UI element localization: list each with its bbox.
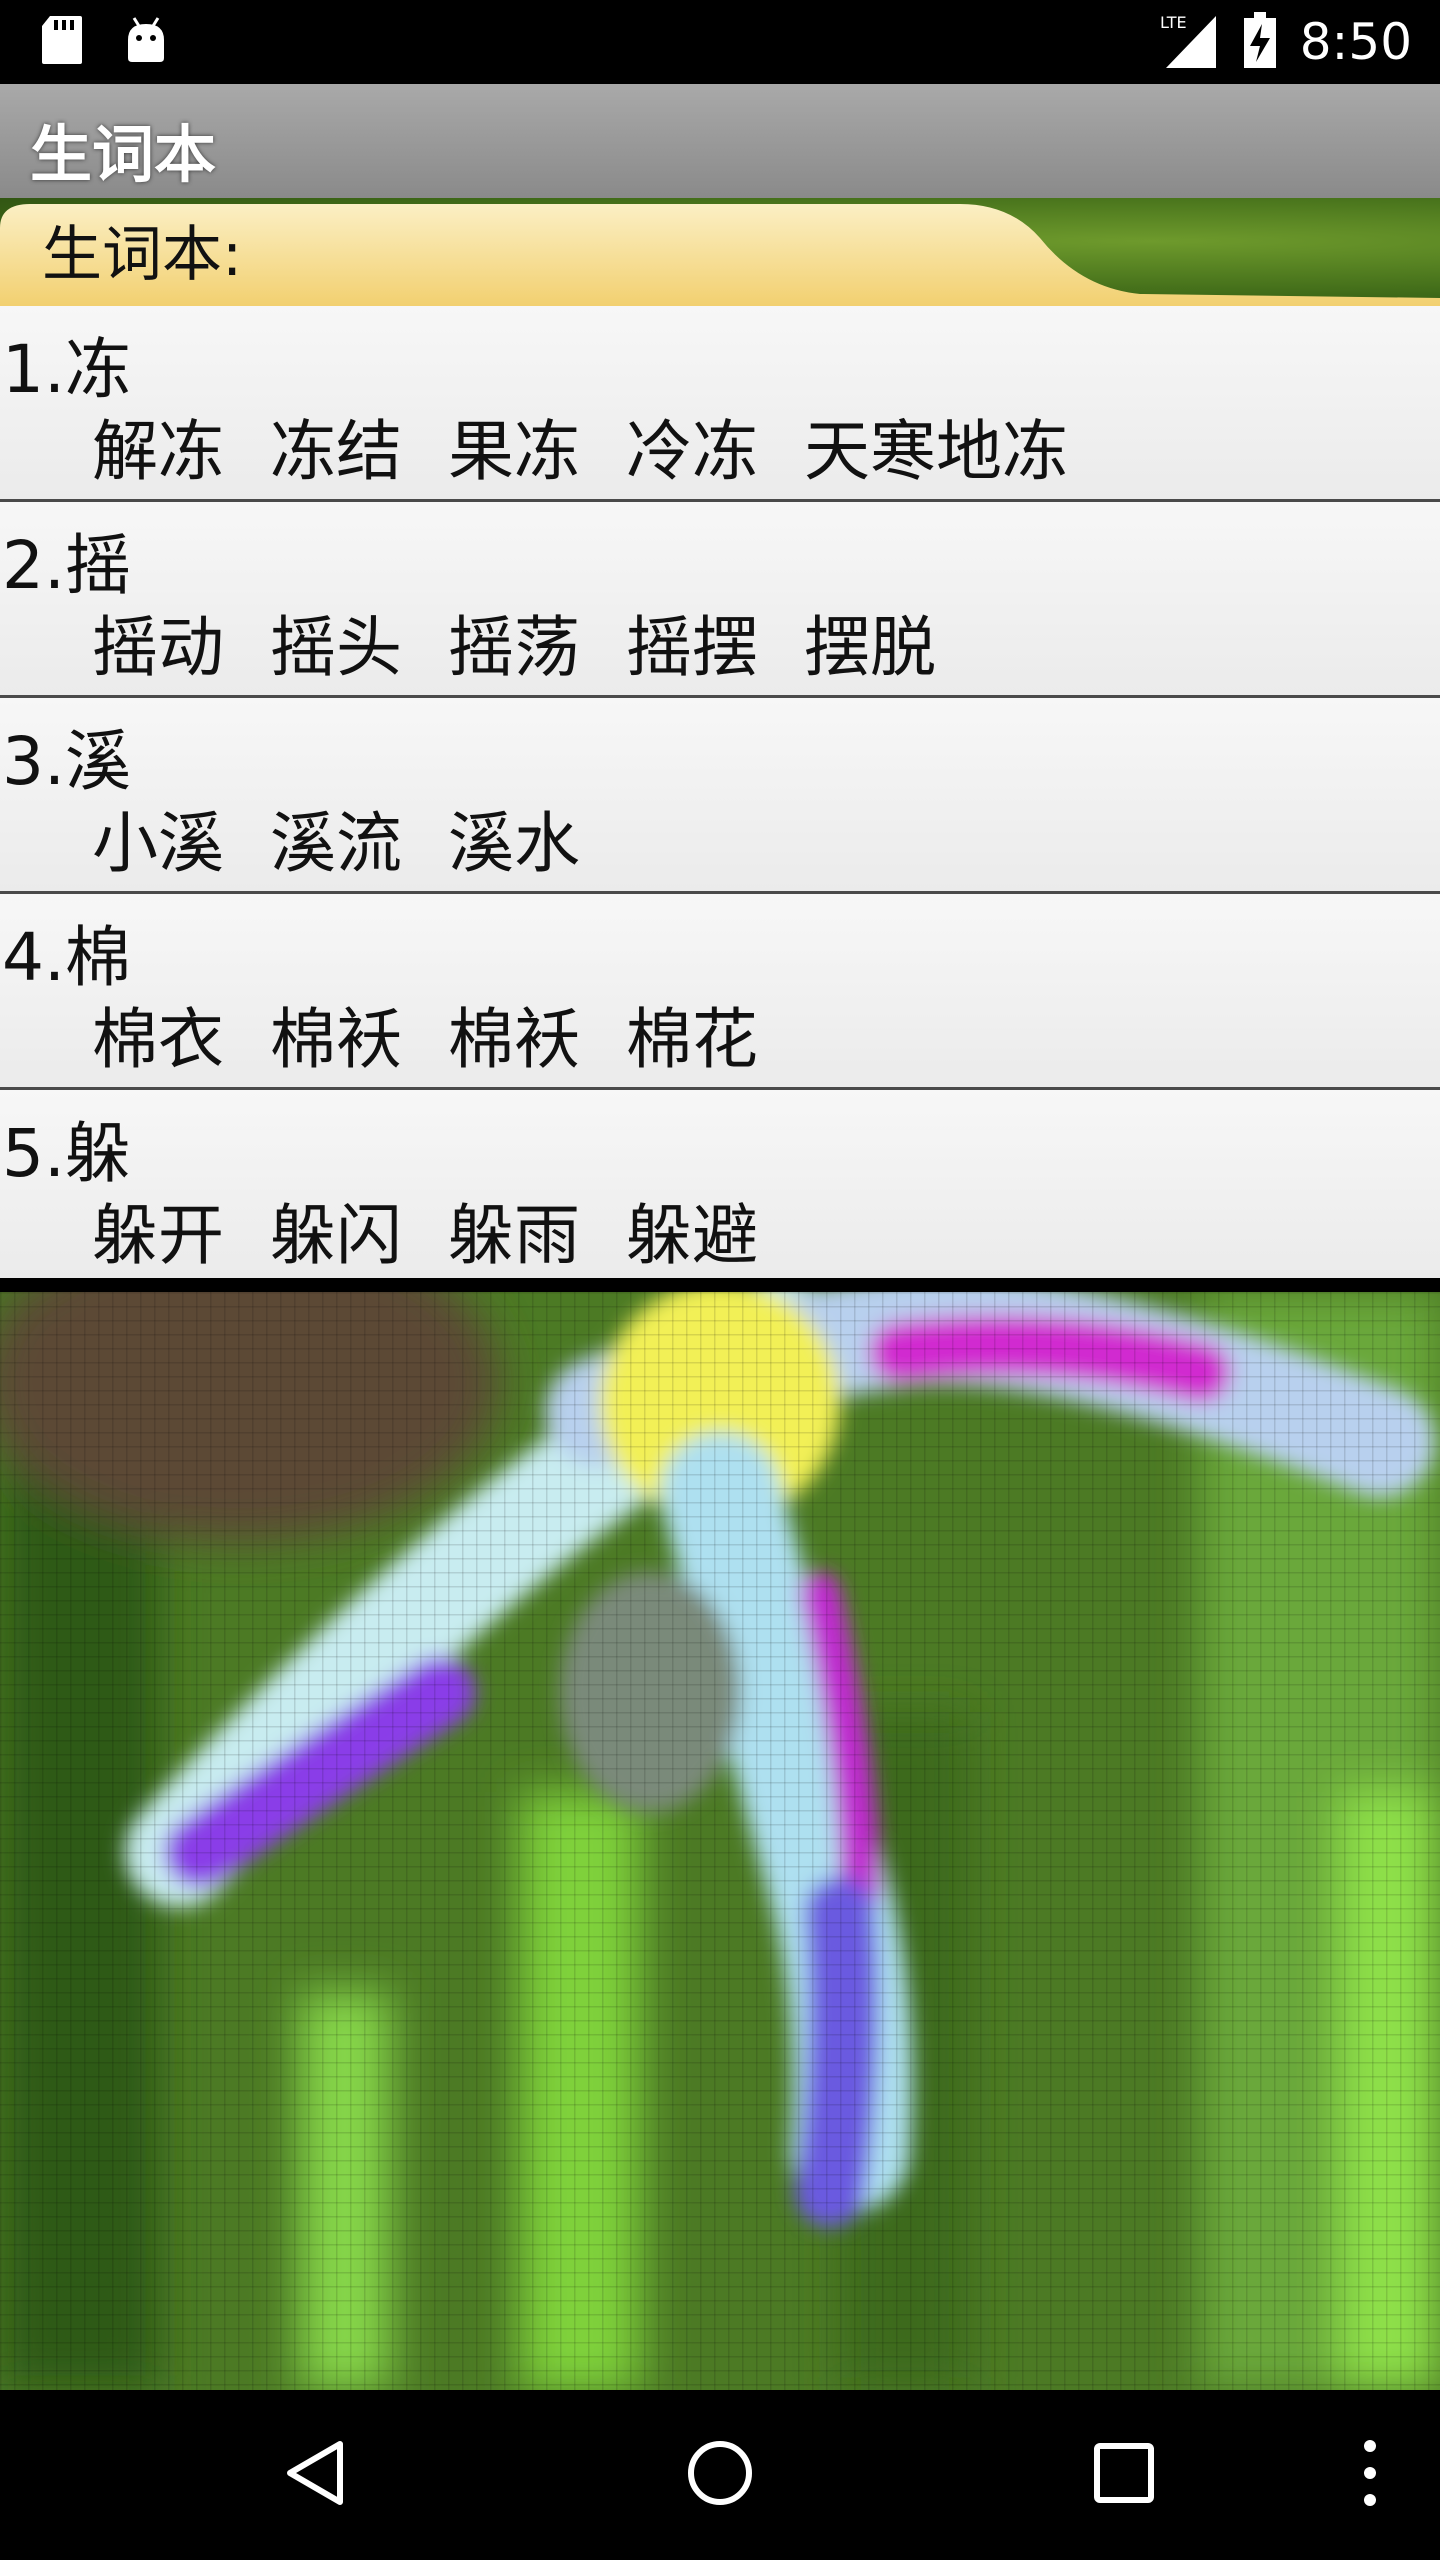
home-button[interactable]: [640, 2390, 800, 2560]
example-word: 棉袄: [448, 1001, 580, 1078]
example-word: 摇头: [270, 609, 402, 686]
example-word: 躲开: [92, 1197, 224, 1274]
list-item[interactable]: 2.摇 摇动 摇头 摇荡 摇摆 摆脱: [0, 502, 1440, 698]
status-time: 8:50: [1299, 13, 1412, 71]
word-examples: 小溪 溪流 溪水: [92, 790, 580, 886]
header-strip: 生词本:: [0, 198, 1440, 306]
example-word: 溪水: [448, 805, 580, 882]
list-item[interactable]: 4.棉 棉衣 棉袄 棉袄 棉花: [0, 894, 1440, 1090]
recents-icon: [1093, 2442, 1155, 2508]
example-word: 棉袄: [270, 1001, 402, 1078]
example-word: 溪流: [270, 805, 402, 882]
word-list: 1.冻 解冻 冻结 果冻 冷冻 天寒地冻 2.摇 摇动 摇头 摇荡 摇摆 摆脱 …: [0, 306, 1440, 1278]
background-flower-image: [0, 1222, 1440, 2392]
list-item[interactable]: 3.溪 小溪 溪流 溪水: [0, 698, 1440, 894]
network-label: LTE: [1160, 13, 1187, 32]
home-icon: [685, 2438, 755, 2512]
example-word: 摇动: [92, 609, 224, 686]
example-word: 冻结: [270, 413, 402, 490]
example-word: 摇荡: [448, 609, 580, 686]
back-icon: [284, 2438, 348, 2512]
example-word: 果冻: [448, 413, 580, 490]
example-word: 躲避: [626, 1197, 758, 1274]
example-word: 小溪: [92, 805, 224, 882]
word-examples: 解冻 冻结 果冻 冷冻 天寒地冻: [92, 398, 1068, 494]
word-examples: 棉衣 棉袄 棉袄 棉花: [92, 986, 758, 1082]
example-word: 躲雨: [448, 1197, 580, 1274]
example-word: 摆脱: [804, 609, 936, 686]
header-label: 生词本:: [42, 220, 243, 290]
screen: LTE 8:50 生词本 生词本: 1.冻 解冻 冻结 果冻 冷冻 天寒地冻 2…: [0, 0, 1440, 2560]
example-word: 冷冻: [626, 413, 758, 490]
list-item[interactable]: 1.冻 解冻 冻结 果冻 冷冻 天寒地冻: [0, 306, 1440, 502]
recents-button[interactable]: [1044, 2390, 1204, 2560]
overflow-menu-button[interactable]: [1290, 2390, 1440, 2560]
example-word: 天寒地冻: [804, 413, 1068, 490]
action-bar: 生词本: [0, 84, 1440, 198]
example-word: 解冻: [92, 413, 224, 490]
word-examples: 躲开 躲闪 躲雨 躲避: [92, 1182, 758, 1278]
example-word: 棉衣: [92, 1001, 224, 1078]
example-word: 摇摆: [626, 609, 758, 686]
back-button[interactable]: [236, 2390, 396, 2560]
example-word: 棉花: [626, 1001, 758, 1078]
navigation-bar: [0, 2390, 1440, 2560]
overflow-menu-icon: [1360, 2438, 1380, 2512]
signal-icon: LTE: [1156, 10, 1220, 74]
status-bar: LTE 8:50: [0, 0, 1440, 84]
example-word: 躲闪: [270, 1197, 402, 1274]
word-examples: 摇动 摇头 摇荡 摇摆 摆脱: [92, 594, 936, 690]
battery-charging-icon: [1242, 10, 1278, 74]
sd-card-icon: [40, 14, 84, 70]
app-title: 生词本: [30, 118, 217, 191]
android-icon: [124, 14, 168, 70]
list-item[interactable]: 5.躲 躲开 躲闪 躲雨 躲避: [0, 1090, 1440, 1278]
